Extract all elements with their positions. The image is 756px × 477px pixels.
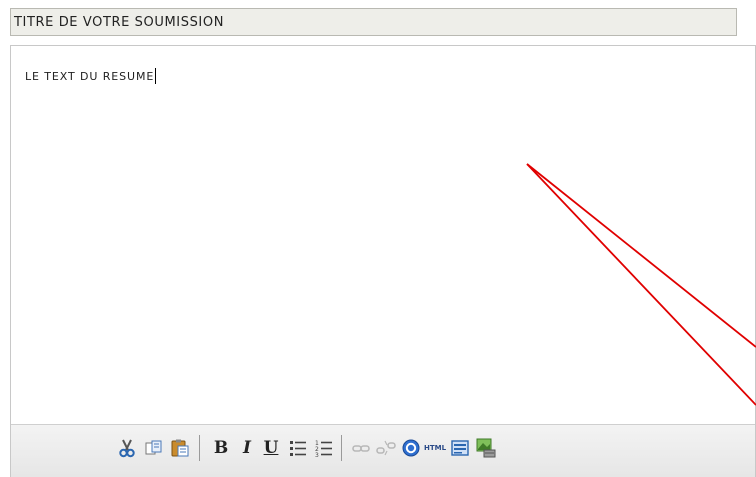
unlink-icon[interactable] (375, 437, 397, 459)
link-icon[interactable] (350, 437, 372, 459)
text-caret (155, 68, 157, 84)
copy-icon[interactable] (143, 437, 165, 459)
title-input[interactable]: TITRE DE VOTRE SOUMISSION (10, 8, 737, 36)
editor-toolbar: B I U 1 2 3 HTML (11, 424, 755, 477)
toolbar-separator (199, 435, 200, 461)
underline-button[interactable]: U (260, 437, 282, 459)
editor-page: TITRE DE VOTRE SOUMISSION LE TEXT DU RES… (0, 0, 756, 477)
rich-text-editor: LE TEXT DU RESUME B I U 1 2 3 HTML (10, 45, 756, 477)
editor-content-text: LE TEXT DU RESUME (25, 69, 155, 83)
bulleted-list-icon[interactable] (287, 437, 309, 459)
numbered-list-icon[interactable]: 1 2 3 (313, 437, 335, 459)
italic-button[interactable]: I (236, 437, 258, 459)
editor-text-area[interactable]: LE TEXT DU RESUME (11, 46, 755, 424)
layout-icon[interactable] (449, 437, 471, 459)
underline-button-label: U (263, 438, 279, 458)
paste-icon[interactable] (169, 437, 191, 459)
help-icon[interactable] (400, 437, 422, 459)
bold-button[interactable]: B (210, 437, 232, 459)
toolbar-separator (341, 435, 342, 461)
html-source-label: HTML (423, 444, 447, 452)
svg-text:3: 3 (315, 452, 319, 458)
cut-icon[interactable] (116, 437, 138, 459)
html-source-button[interactable]: HTML (423, 437, 447, 459)
italic-button-label: I (243, 438, 251, 458)
insert-image-icon[interactable] (475, 437, 497, 459)
bold-button-label: B (213, 438, 229, 458)
editor-content: LE TEXT DU RESUME (25, 68, 157, 84)
title-input-value: TITRE DE VOTRE SOUMISSION (14, 14, 225, 30)
